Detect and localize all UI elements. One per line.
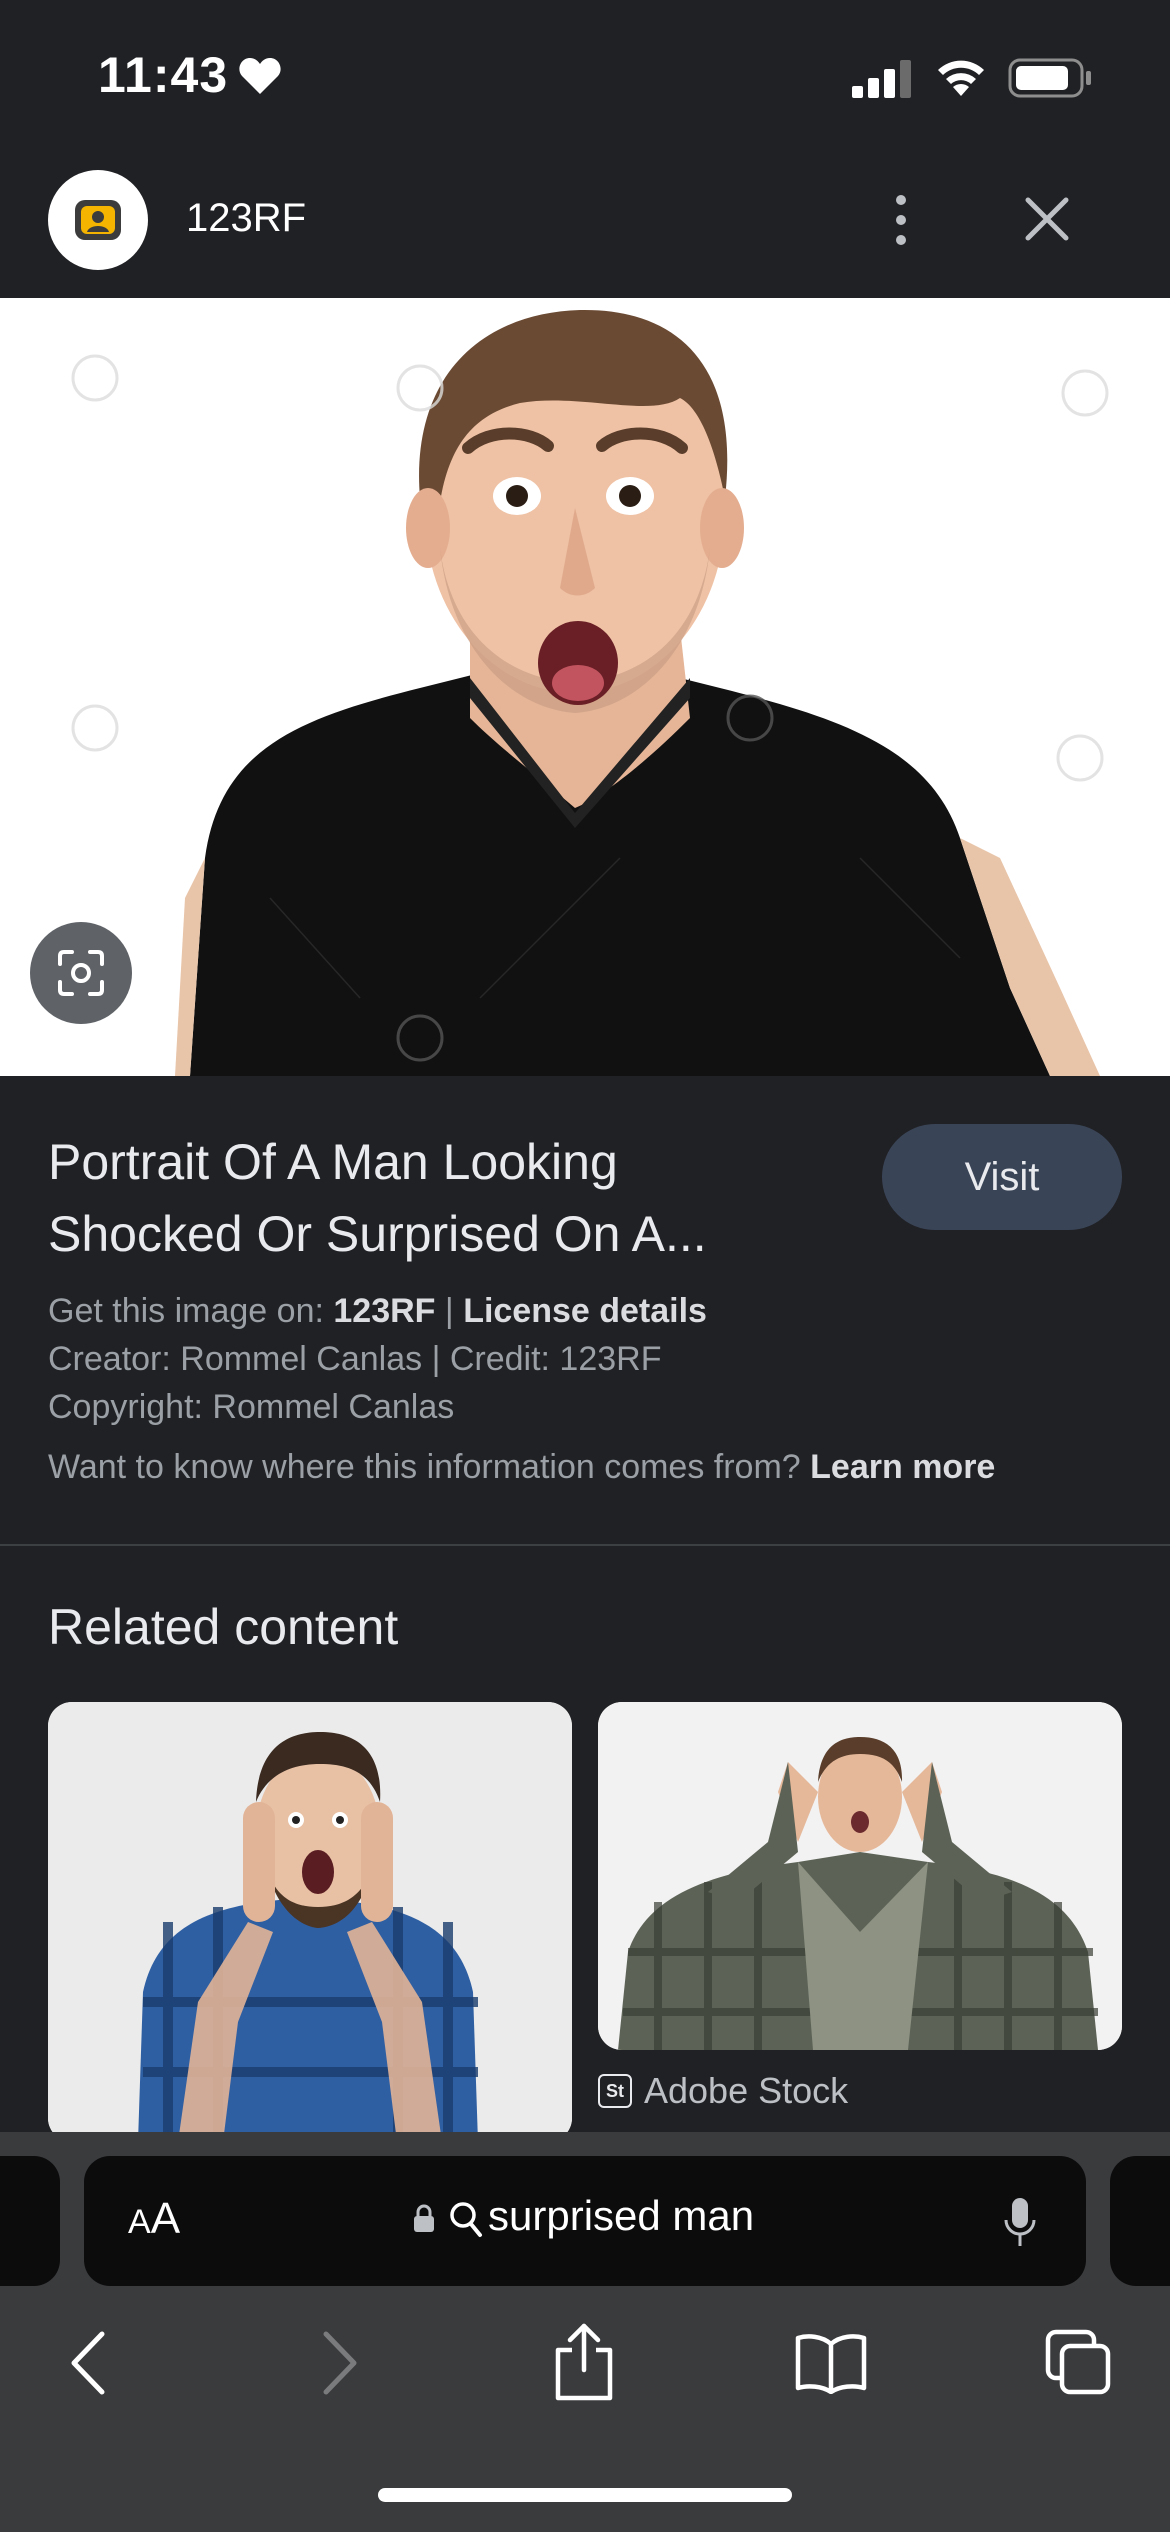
get-image-line: Get this image on: 123RF | License detai… <box>48 1292 1128 1331</box>
get-image-prefix: Get this image on: <box>48 1292 324 1330</box>
share-icon[interactable] <box>552 2322 616 2402</box>
address-text[interactable]: surprised man <box>488 2192 754 2240</box>
result-info: Portrait Of A Man Looking Shocked Or Sur… <box>0 1076 1170 1546</box>
next-tab-edge[interactable] <box>1110 2156 1170 2286</box>
browser-toolbar: AA surprised man <box>0 2132 1170 2532</box>
creator-credit-line: Creator: Rommel Canlas | Credit: 123RF <box>48 1340 662 1378</box>
123rf-logo-icon <box>75 200 121 240</box>
related-image-2 <box>598 1702 1122 2050</box>
related-image-1 <box>48 1702 572 2142</box>
copyright-line: Copyright: Rommel Canlas <box>48 1388 455 1426</box>
site-logo[interactable] <box>48 170 148 270</box>
address-bar[interactable]: AA surprised man <box>84 2156 1086 2286</box>
result-title[interactable]: Portrait Of A Man Looking Shocked Or Sur… <box>48 1126 848 1270</box>
microphone-icon[interactable] <box>1002 2196 1038 2250</box>
screen: 11:43 123RF Portrait Of A Man Looking Sh… <box>0 0 1170 2532</box>
hero-image[interactable] <box>0 298 1170 1076</box>
license-details-link[interactable]: License details <box>463 1292 707 1330</box>
page-settings-button[interactable]: AA <box>128 2194 180 2244</box>
status-time: 11:43 <box>98 47 229 103</box>
result-title-line2: Shocked Or Surprised On A... <box>48 1206 707 1262</box>
surprised-man-photo <box>0 298 1170 1076</box>
visit-button[interactable]: Visit <box>882 1124 1122 1230</box>
aa-small: A <box>128 2203 151 2241</box>
google-lens-icon <box>58 950 104 996</box>
section-divider <box>0 1544 1170 1546</box>
info-question: Want to know where this information come… <box>48 1448 801 1486</box>
result-header: 123RF <box>0 150 1170 298</box>
tabs-icon[interactable] <box>1044 2328 1112 2396</box>
aa-big: A <box>150 2194 181 2243</box>
related-content-heading: Related content <box>48 1599 399 1655</box>
lock-icon <box>414 2204 434 2232</box>
home-indicator[interactable] <box>378 2488 792 2502</box>
google-lens-button[interactable] <box>30 922 132 1024</box>
forward-icon[interactable] <box>318 2328 362 2398</box>
related-item-1[interactable] <box>48 1702 572 2142</box>
back-icon[interactable] <box>66 2328 110 2398</box>
status-bar: 11:43 <box>0 0 1170 150</box>
get-image-source-link[interactable]: 123RF <box>333 1292 435 1330</box>
site-name[interactable]: 123RF <box>186 196 306 241</box>
related-item-2-source-label: Adobe Stock <box>644 2070 849 2111</box>
cellular-signal-icon <box>852 60 911 98</box>
adobe-stock-icon: St <box>598 2074 632 2108</box>
battery-icon <box>1008 58 1091 98</box>
learn-more-link[interactable]: Learn more <box>810 1448 995 1486</box>
separator: | <box>444 1292 454 1330</box>
heart-icon <box>239 58 281 94</box>
related-item-2[interactable] <box>598 1702 1122 2050</box>
bookmarks-icon[interactable] <box>794 2332 868 2394</box>
result-title-line1: Portrait Of A Man Looking <box>48 1134 618 1190</box>
info-source-line: Want to know where this information come… <box>48 1448 1128 1487</box>
close-icon[interactable] <box>1022 194 1072 244</box>
previous-tab-edge[interactable] <box>0 2156 60 2286</box>
search-icon <box>450 2202 482 2237</box>
more-vertical-icon[interactable] <box>886 190 916 250</box>
wifi-icon <box>938 60 984 96</box>
